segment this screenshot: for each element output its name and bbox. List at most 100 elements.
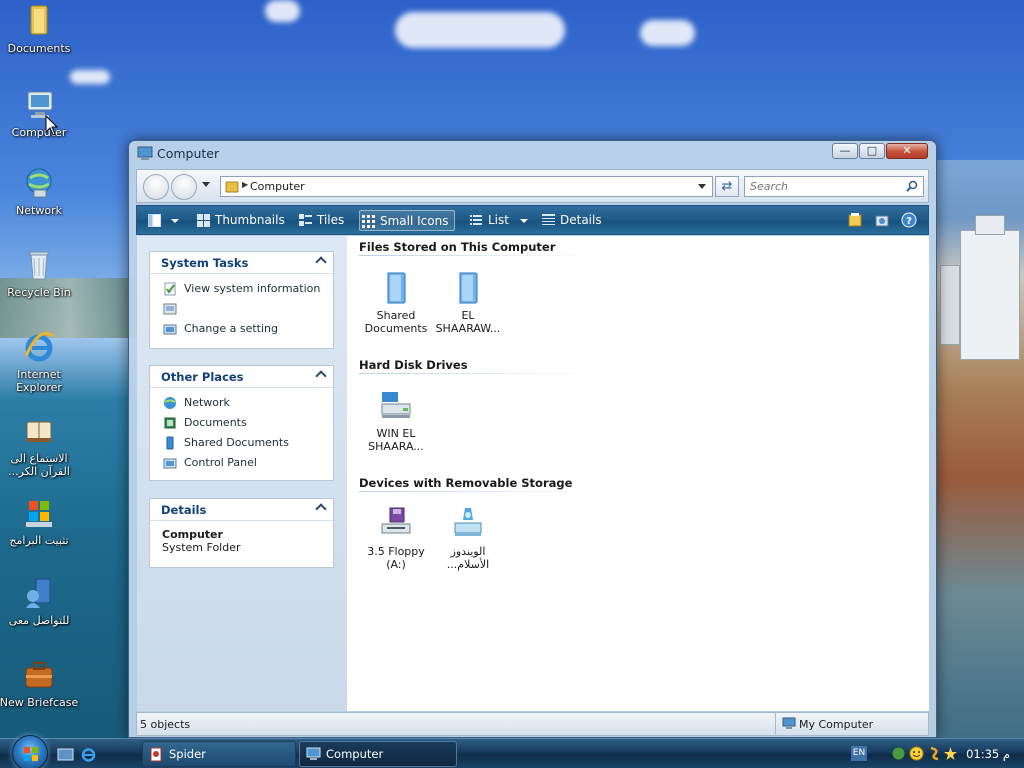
search-icon[interactable] [906, 180, 918, 192]
file-view[interactable]: Files Stored on This Computer Shared Doc… [347, 236, 929, 711]
desktop-icon-contact[interactable]: للتواصل معى [0, 576, 79, 627]
folder-icon [451, 270, 485, 306]
task-view-system-information[interactable]: View system information [161, 280, 333, 300]
desktop-icon-internet-explorer[interactable]: Internet Explorer [0, 330, 79, 394]
details-panel: Details Computer System Folder [149, 498, 334, 568]
panel-title: Other Places [161, 370, 244, 384]
breadcrumb-computer[interactable]: Computer [250, 180, 305, 193]
other-places-header[interactable]: Other Places [150, 366, 333, 388]
item-win-el-shaarawy-drive[interactable]: WIN EL SHAARA... [359, 388, 433, 453]
task-pane: System Tasks View system information Cha… [137, 236, 347, 711]
item-shared-documents[interactable]: Shared Documents [359, 270, 433, 335]
system-tray: EN 01:35 م [849, 739, 1024, 768]
title-bar[interactable]: Computer — □ ✕ [129, 141, 936, 167]
maximize-button[interactable]: □ [859, 143, 885, 159]
list-button[interactable]: List [468, 210, 528, 231]
collapse-icon[interactable] [315, 256, 327, 268]
address-dropdown-icon[interactable] [698, 184, 706, 189]
place-shared-documents[interactable]: Shared Documents [161, 434, 333, 454]
desktop-icon-computer[interactable]: Computer [0, 88, 79, 139]
desktop-icon-label: Computer [11, 126, 67, 139]
layout-icon [148, 214, 161, 227]
list-icon [470, 215, 482, 225]
item-floppy-drive[interactable]: 3.5 Floppy (A:) [359, 506, 433, 571]
item-el-shaarawy[interactable]: EL SHAARAW... [431, 270, 505, 335]
close-button[interactable]: ✕ [886, 143, 928, 159]
back-button[interactable] [143, 174, 169, 200]
place-documents[interactable]: Documents [161, 414, 333, 434]
clock[interactable]: 01:35 م [966, 747, 1010, 761]
group-title: Files Stored on This Computer [359, 240, 556, 254]
thumbnails-button[interactable]: Thumbnails [195, 210, 285, 231]
star-icon[interactable] [943, 746, 958, 761]
desktop-icon-label: للتواصل معى [8, 614, 70, 627]
refresh-icon: ⇄ [721, 179, 733, 194]
desktop-icon-quran[interactable]: الاستماع الى القرآن الكر... [0, 414, 79, 478]
documents-icon [164, 417, 176, 429]
refresh-button[interactable]: ⇄ [715, 176, 739, 197]
task-label: View system information [184, 282, 321, 295]
item-dvd-drive[interactable]: الويندوز الأسلام... [431, 506, 505, 571]
computer-window[interactable]: Computer — □ ✕ ▶ Computer ⇄ Search Thumb… [128, 140, 937, 738]
panes-button[interactable] [145, 210, 181, 231]
thumbnails-label: Thumbnails [215, 213, 285, 227]
cloud [265, 0, 300, 22]
tray-tool-icon[interactable] [927, 746, 942, 761]
task-label: Change a setting [184, 322, 278, 335]
minimize-button[interactable]: — [832, 143, 858, 159]
chevron-down-icon [171, 219, 179, 223]
place-label: Shared Documents [184, 436, 289, 449]
task-change-a-setting[interactable]: Change a setting [161, 320, 333, 340]
panel-title: Details [161, 503, 207, 517]
recent-pages-dropdown-icon[interactable] [202, 182, 210, 187]
control-panel-icon [163, 458, 177, 469]
show-desktop-icon[interactable] [57, 746, 74, 763]
place-control-panel[interactable]: Control Panel [161, 454, 333, 474]
help-icon[interactable]: ? [901, 212, 917, 228]
windows-logo-icon [24, 747, 38, 761]
address-bar[interactable]: ▶ Computer [220, 176, 713, 197]
details-header[interactable]: Details [150, 499, 333, 521]
status-location: My Computer [775, 713, 930, 735]
cloud [640, 20, 695, 46]
language-indicator[interactable]: EN [851, 746, 867, 761]
system-tasks-header[interactable]: System Tasks [150, 252, 333, 274]
tiles-icon [299, 214, 312, 226]
desktop-icon-new-briefcase[interactable]: New Briefcase [0, 658, 79, 709]
desktop-icon-documents[interactable]: Documents [0, 4, 79, 55]
task-system-item[interactable] [161, 300, 333, 320]
desktop-icon-install-programs[interactable]: تثبيت البرامج [0, 496, 79, 547]
control-panel-icon[interactable] [874, 212, 890, 228]
smiley-icon[interactable] [909, 746, 924, 761]
search-input[interactable] [745, 177, 895, 196]
collapse-icon[interactable] [315, 503, 327, 515]
item-label: WIN EL SHAARA... [368, 427, 424, 453]
desktop-icon-network[interactable]: Network [0, 166, 79, 217]
tiles-button[interactable]: Tiles [297, 210, 344, 231]
desktop-icon-recycle-bin[interactable]: Recycle Bin [0, 248, 79, 299]
collapse-icon[interactable] [315, 370, 327, 382]
mouse-cursor-icon [45, 115, 59, 136]
contact-icon [22, 576, 56, 610]
desktop-icon-label: New Briefcase [0, 696, 79, 709]
briefcase-icon [22, 658, 56, 692]
start-button[interactable] [12, 735, 48, 768]
place-label: Documents [184, 416, 247, 429]
cloud [395, 12, 565, 48]
place-network[interactable]: Network [161, 394, 333, 414]
taskbar-button-computer[interactable]: Computer [299, 741, 457, 767]
details-button[interactable]: Details [540, 210, 602, 231]
tray-app-icon[interactable] [891, 746, 906, 761]
search-box[interactable] [744, 176, 924, 197]
taskbar-button-spider[interactable]: Spider [142, 741, 296, 767]
small-icons-button[interactable]: Small Icons [359, 210, 456, 231]
organize-icon[interactable] [847, 212, 863, 228]
desktop-icon-label: Internet Explorer [16, 368, 62, 394]
item-label: Shared Documents [364, 309, 428, 335]
group-title: Hard Disk Drives [359, 358, 468, 372]
recycle-bin-icon [22, 248, 56, 282]
shared-folder-icon [166, 436, 174, 450]
forward-button[interactable] [171, 174, 197, 200]
item-label: 3.5 Floppy (A:) [367, 545, 425, 571]
internet-explorer-icon[interactable] [80, 746, 97, 763]
